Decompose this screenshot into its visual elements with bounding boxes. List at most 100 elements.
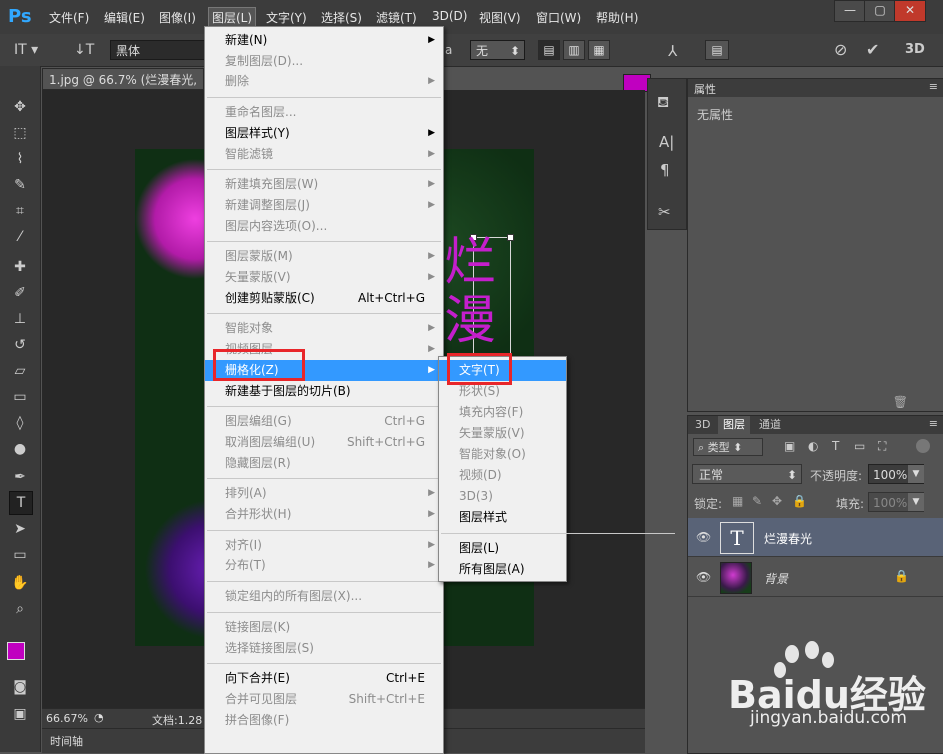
filter-smart-object-icon[interactable]: ⛶ xyxy=(878,439,886,454)
zoom-level[interactable]: 66.67% xyxy=(46,712,88,725)
menu-item[interactable]: 新建(N) ▶ xyxy=(205,30,443,51)
menu-help[interactable]: 帮助(H) xyxy=(596,9,638,26)
visibility-eye-icon[interactable]: 👁 xyxy=(696,530,711,544)
menu-item: 重命名图层... xyxy=(205,102,443,123)
font-family-select[interactable]: 黑体 xyxy=(110,40,205,60)
lock-all-icon[interactable]: 🔒 xyxy=(792,494,807,508)
opacity-dropdown-icon[interactable]: ▼ xyxy=(908,465,924,483)
menu-item-label: 向下合并(E) xyxy=(225,671,290,686)
type-tool-icon[interactable]: T xyxy=(9,491,33,515)
filter-pixel-icon[interactable]: ▣ xyxy=(784,439,795,453)
menu-file[interactable]: 文件(F) xyxy=(49,9,89,26)
menu-image[interactable]: 图像(I) xyxy=(159,9,196,26)
marquee-tool-icon[interactable]: ⬚ xyxy=(9,122,31,144)
hand-tool-icon[interactable]: ✋ xyxy=(9,572,31,594)
brush-tool-icon[interactable]: ✐ xyxy=(9,282,31,304)
layer-name[interactable]: 背景 xyxy=(764,570,788,587)
menu-separator xyxy=(207,313,441,315)
menu-type[interactable]: 文字(Y) xyxy=(266,9,307,26)
align-left-icon[interactable]: ▤ xyxy=(538,40,560,60)
menu-item: 智能滤镜 ▶ xyxy=(205,144,443,165)
trash-icon[interactable]: 🗑 xyxy=(893,395,908,409)
panel-menu-icon[interactable]: ≡ xyxy=(929,417,938,430)
highlight-annotation xyxy=(447,353,512,385)
menu-item[interactable]: 图层样式(Y) ▶ xyxy=(205,123,443,144)
clone-stamp-tool-icon[interactable]: ⊥ xyxy=(9,308,31,330)
layer-filter-select[interactable]: ⌕ 类型 ⬍ xyxy=(693,438,763,456)
menu-item[interactable]: 所有图层(A) xyxy=(439,559,566,580)
minimize-button[interactable]: — xyxy=(834,0,866,22)
menu-edit[interactable]: 编辑(E) xyxy=(104,9,145,26)
foreground-color-swatch[interactable] xyxy=(7,642,25,660)
filter-toggle-icon[interactable] xyxy=(916,439,930,453)
tab-layers[interactable]: 图层 xyxy=(718,416,750,434)
filter-adjustment-icon[interactable]: ◐ xyxy=(808,439,818,453)
blend-mode-select[interactable]: 正常 ⬍ xyxy=(692,464,802,484)
pen-tool-icon[interactable]: ✒ xyxy=(9,466,31,488)
toggle-text-orientation-icon[interactable]: ↓T xyxy=(74,42,94,58)
menu-select[interactable]: 选择(S) xyxy=(321,9,362,26)
quick-selection-tool-icon[interactable]: ✎ xyxy=(9,174,31,196)
visibility-eye-icon[interactable]: 👁 xyxy=(696,570,711,584)
document-tab[interactable]: 1.jpg @ 66.7% (烂漫春光, R xyxy=(42,68,204,109)
menu-item[interactable]: 向下合并(E) Ctrl+E xyxy=(205,668,443,689)
share-icon[interactable]: ◔ xyxy=(94,711,104,724)
align-center-icon[interactable]: ▥ xyxy=(563,40,585,60)
tab-channels[interactable]: 通道 xyxy=(754,416,786,434)
transform-handle[interactable] xyxy=(507,234,514,241)
menu-3d[interactable]: 3D(D) xyxy=(432,9,467,23)
layer-row-background[interactable]: 👁 背景 🔒 xyxy=(688,558,943,597)
eyedropper-tool-icon[interactable]: ⁄ xyxy=(9,226,31,248)
anti-alias-select[interactable]: 无 ⬍ xyxy=(470,40,525,60)
paragraph-panel-icon[interactable]: ¶ xyxy=(660,161,670,179)
tab-3d[interactable]: 3D xyxy=(690,416,715,434)
menu-layer[interactable]: 图层(L) xyxy=(208,7,257,28)
move-tool-icon[interactable]: ✥ xyxy=(9,96,31,118)
menu-item[interactable]: 图层样式 xyxy=(439,507,566,528)
character-panel-icon[interactable]: A| xyxy=(659,133,674,151)
filter-shape-icon[interactable]: ▭ xyxy=(854,439,865,453)
lock-position-icon[interactable]: ✥ xyxy=(772,494,782,508)
menu-item[interactable]: 新建基于图层的切片(B) xyxy=(205,381,443,402)
warp-text-icon[interactable]: ⅄ xyxy=(668,42,677,60)
crop-tool-icon[interactable]: ⌗ xyxy=(9,200,31,222)
photoshop-logo: Ps xyxy=(8,6,32,27)
fill-dropdown-icon[interactable]: ▼ xyxy=(908,493,924,511)
lock-transparent-icon[interactable]: ▦ xyxy=(732,494,743,508)
maximize-button[interactable]: ▢ xyxy=(864,0,896,22)
type-tool-preset-icon[interactable]: ⅠT ▾ xyxy=(14,42,38,58)
gradient-tool-icon[interactable]: ▭ xyxy=(9,386,31,408)
3d-text-icon[interactable]: 3D xyxy=(905,42,925,57)
menu-item-shortcut: Shift+Ctrl+G xyxy=(346,434,425,449)
eraser-tool-icon[interactable]: ▱ xyxy=(9,360,31,382)
character-panel-icon[interactable]: ▤ xyxy=(705,40,729,60)
menu-item[interactable]: 图层(L) xyxy=(439,538,566,559)
lasso-tool-icon[interactable]: ⌇ xyxy=(9,148,31,170)
layer-name[interactable]: 烂漫春光 xyxy=(764,530,812,547)
filter-type-icon[interactable]: T xyxy=(832,439,839,453)
menu-item: 合并形状(H) ▶ xyxy=(205,504,443,525)
commit-checkmark-icon[interactable]: ✔ xyxy=(866,40,879,59)
zoom-tool-icon[interactable]: ⌕ xyxy=(9,598,31,620)
history-panel-icon[interactable]: ⛾ xyxy=(657,93,669,113)
screen-mode-icon[interactable]: ▣ xyxy=(9,703,31,725)
history-brush-tool-icon[interactable]: ↺ xyxy=(9,334,31,356)
path-selection-tool-icon[interactable]: ➤ xyxy=(9,518,31,540)
menu-item[interactable]: 创建剪贴蒙版(C) Alt+Ctrl+G xyxy=(205,288,443,309)
panel-menu-icon[interactable]: ≡ xyxy=(929,80,938,93)
align-right-icon[interactable]: ▦ xyxy=(588,40,610,60)
menu-window[interactable]: 窗口(W) xyxy=(536,9,581,26)
cancel-icon[interactable]: ⊘ xyxy=(834,40,847,59)
dodge-tool-icon[interactable]: ● xyxy=(9,438,31,460)
menu-filter[interactable]: 滤镜(T) xyxy=(376,9,417,26)
lock-image-icon[interactable]: ✎ xyxy=(752,494,762,508)
healing-brush-tool-icon[interactable]: ✚ xyxy=(9,256,31,278)
close-button[interactable]: ✕ xyxy=(894,0,926,22)
timeline-tab[interactable]: 时间轴 xyxy=(50,733,83,749)
layer-row-text[interactable]: 👁 T 烂漫春光 xyxy=(688,518,943,557)
menu-view[interactable]: 视图(V) xyxy=(479,9,521,26)
blur-tool-icon[interactable]: ◊ xyxy=(9,412,31,434)
quick-mask-icon[interactable]: ◙ xyxy=(9,676,31,698)
tool-presets-icon[interactable]: ✂ xyxy=(658,203,671,221)
rectangle-tool-icon[interactable]: ▭ xyxy=(9,544,31,566)
